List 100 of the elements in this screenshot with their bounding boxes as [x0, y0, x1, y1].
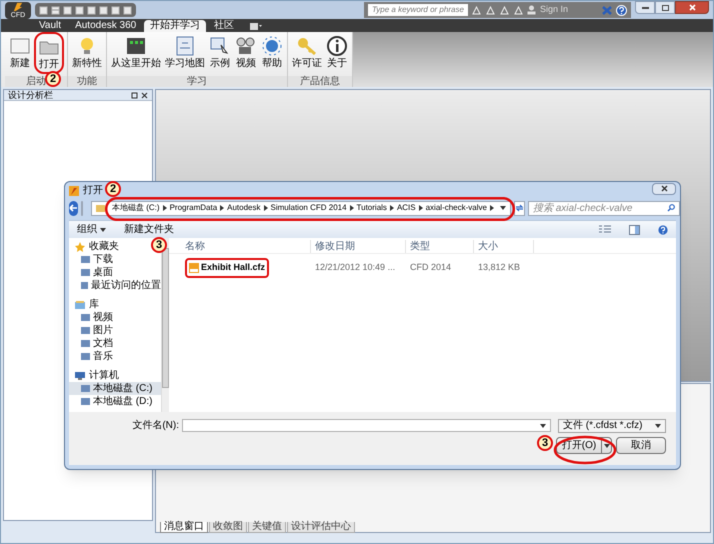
file-icon: [189, 263, 199, 273]
chevron-icon[interactable]: [264, 205, 268, 211]
nav-item[interactable]: 音乐: [69, 350, 161, 363]
ribbon-button[interactable]: 从这里开始: [110, 35, 162, 69]
address-bar[interactable]: 本地磁盘 (C:) ProgramData Autodesk Simulation CFD 2014 Tutorials ACIS axial-check-valve: [91, 200, 511, 216]
table-cell-text: 12/21/2012 10:49 ...: [315, 261, 396, 274]
breadcrumb-item[interactable]: Simulation CFD 2014: [270, 202, 347, 214]
ribbon-group-label: 功能: [68, 76, 106, 87]
close-icon[interactable]: [141, 92, 148, 98]
table-cell-text: CFD 2014: [410, 261, 452, 274]
search-field[interactable]: 搜索 axial-check-valve: [528, 200, 680, 216]
user-icon[interactable]: [527, 5, 536, 15]
help-icon[interactable]: [616, 4, 627, 16]
close-button[interactable]: [652, 182, 676, 194]
library-icon: [75, 300, 85, 310]
dropdown-arrow-icon: [500, 206, 506, 210]
column-header[interactable]: 名称: [181, 240, 311, 253]
maximize-icon: [662, 4, 668, 10]
nav-section[interactable]: 收藏夹: [89, 239, 119, 254]
breadcrumb-item[interactable]: 本地磁盘 (C:): [112, 202, 160, 214]
ribbon-button[interactable]: 示例: [208, 35, 232, 69]
cancel-button[interactable]: 取消: [616, 437, 666, 454]
logo-icon: [11, 2, 25, 12]
chevron-icon[interactable]: [220, 205, 224, 211]
ribbon-button[interactable]: 打开: [37, 36, 61, 70]
dropdown-arrow-icon: [655, 424, 661, 428]
nav-item[interactable]: 文档: [69, 337, 161, 350]
chevron-icon[interactable]: [390, 205, 394, 211]
organize-button[interactable]: 组织: [77, 222, 106, 237]
minimize-button[interactable]: [635, 1, 655, 14]
display-toggle-icon[interactable]: [250, 23, 262, 30]
breadcrumb-item[interactable]: ACIS: [396, 202, 416, 214]
search-icon: [666, 204, 675, 212]
file-name: Exhibit Hall.cfz: [201, 261, 266, 274]
ribbon-button[interactable]: 许可证: [291, 35, 323, 69]
film-icon: [125, 35, 147, 57]
view-icon[interactable]: [599, 225, 611, 234]
scrollbar[interactable]: [161, 238, 169, 412]
column-header[interactable]: 大小: [474, 240, 534, 253]
chevron-icon[interactable]: [418, 205, 423, 211]
panel-tab[interactable]: 设计评估中心: [287, 522, 355, 533]
nav-item[interactable]: 下载: [69, 253, 161, 266]
info-icon: [326, 35, 348, 57]
preview-pane-icon[interactable]: [629, 224, 640, 234]
refresh-icon: [514, 204, 524, 212]
nav-item[interactable]: 最近访问的位置: [69, 279, 161, 292]
ribbon-tab[interactable]: 社区: [208, 20, 240, 32]
file-type-dropdown[interactable]: 文件 (*.cfdst *.cfz): [558, 418, 666, 432]
refresh-button[interactable]: [514, 200, 525, 216]
ribbon-tab[interactable]: 开始并学习: [144, 20, 206, 32]
column-header[interactable]: 类型: [406, 240, 474, 253]
help-icon[interactable]: [658, 224, 668, 234]
breadcrumb-item[interactable]: ProgramData: [170, 202, 218, 214]
panel-tab[interactable]: 收敛图: [209, 522, 247, 533]
nav-item[interactable]: 图片: [69, 324, 161, 337]
nav-item[interactable]: 本地磁盘 (D:): [69, 395, 161, 408]
ribbon-button[interactable]: 视频: [234, 35, 258, 69]
breadcrumb-item[interactable]: axial-check-valve: [426, 202, 487, 214]
globe-icon: [261, 35, 283, 57]
ribbon-button[interactable]: 新建: [8, 35, 32, 69]
nav-section[interactable]: 库: [89, 297, 99, 312]
nav-item[interactable]: 桌面: [69, 266, 161, 279]
key-icon: [296, 35, 318, 57]
chevron-icon[interactable]: [350, 205, 354, 211]
close-button[interactable]: [675, 1, 709, 14]
filename-field[interactable]: [182, 419, 551, 432]
search-field[interactable]: Type a keyword or phrase: [368, 4, 468, 16]
ribbon-button[interactable]: 帮助: [260, 35, 284, 69]
new-folder-button[interactable]: 新建文件夹: [124, 222, 174, 237]
nav-section[interactable]: 计算机: [89, 368, 119, 383]
chevron-icon[interactable]: [490, 205, 494, 211]
back-button[interactable]: [69, 200, 78, 216]
nav-item[interactable]: 视频: [69, 311, 161, 324]
breadcrumb-item[interactable]: Tutorials: [356, 202, 387, 214]
panel-tab[interactable]: 关键值: [248, 522, 286, 533]
panel-tab[interactable]: 消息窗口: [160, 522, 208, 533]
pin-icon[interactable]: [131, 92, 138, 98]
table-cell-text: 13,812 KB: [478, 261, 520, 274]
dialog-title: 打开: [83, 184, 103, 198]
filename-label: 文件名(N):: [131, 418, 179, 433]
ribbon-tab[interactable]: Autodesk 360: [69, 20, 142, 32]
ribbon-button[interactable]: 新特性: [71, 35, 103, 69]
maximize-button[interactable]: [655, 1, 675, 14]
minimize-icon: [642, 6, 648, 9]
ribbon-button[interactable]: 学习地图: [164, 35, 206, 69]
breadcrumb-item[interactable]: Autodesk: [227, 202, 260, 214]
panel-title: 设计分析栏: [8, 90, 54, 100]
chevron-icon[interactable]: [162, 205, 167, 211]
nav-item[interactable]: 本地磁盘 (C:): [69, 382, 161, 395]
ribbon-button[interactable]: 关于: [325, 35, 349, 69]
file-type-text: 文件 (*.cfdst *.cfz): [563, 418, 644, 433]
ribbon-tab[interactable]: Vault: [33, 20, 68, 32]
column-header[interactable]: 修改日期: [311, 240, 406, 253]
ribbon-group-label: 学习: [107, 76, 287, 87]
dropdown-arrow-icon: [604, 444, 610, 448]
video-camera-icon: [235, 35, 257, 57]
highlighted-file[interactable]: Exhibit Hall.cfz: [185, 258, 270, 278]
app-icon: [69, 186, 79, 196]
back-arrow-icon: [69, 204, 78, 212]
highlight-ellipse: [553, 435, 617, 465]
